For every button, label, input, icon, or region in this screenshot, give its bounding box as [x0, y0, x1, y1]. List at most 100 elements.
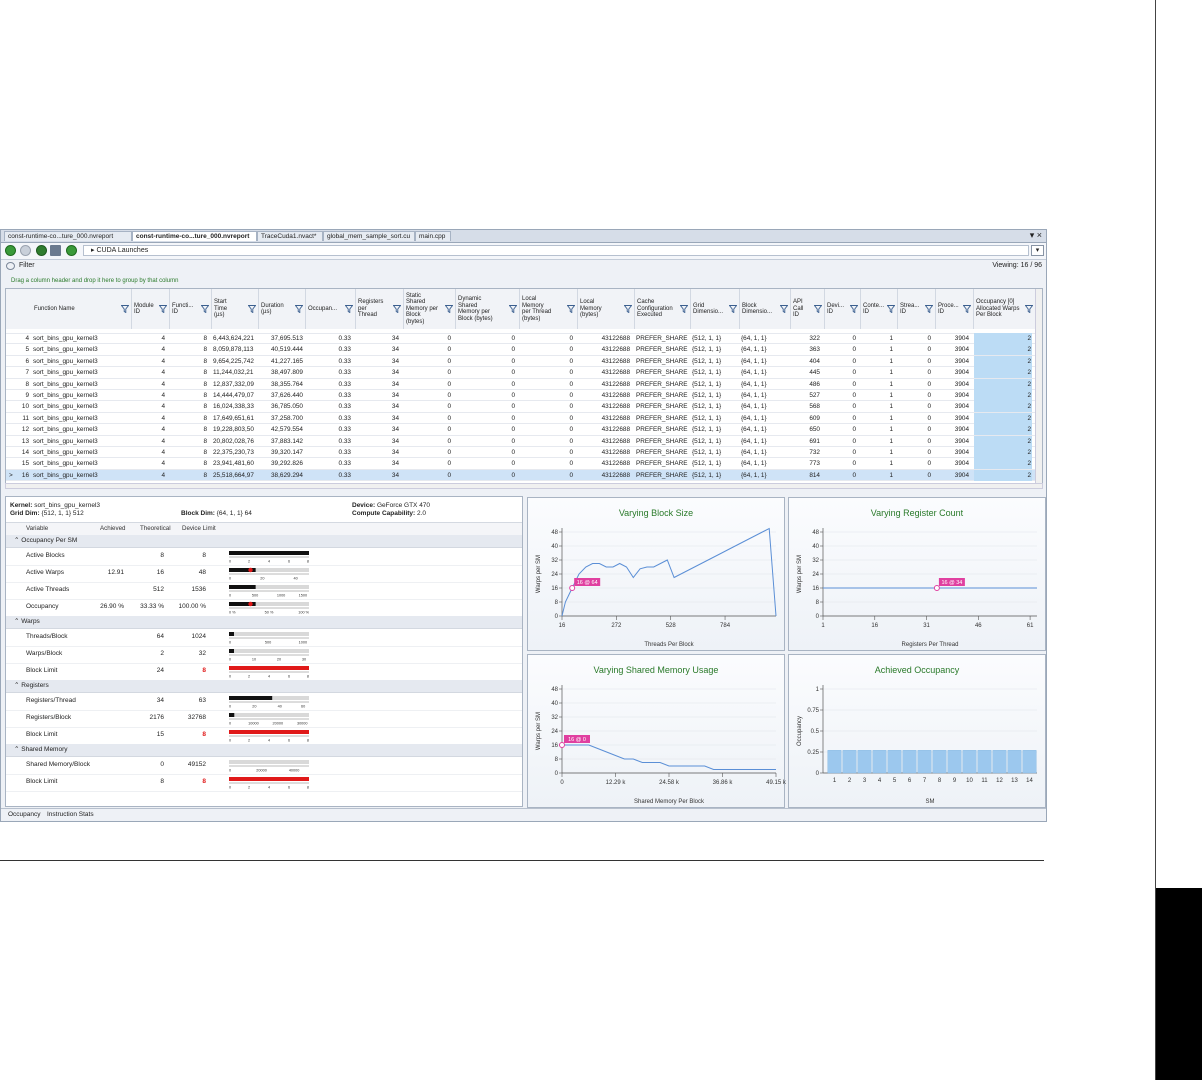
table-row[interactable]: >16 sort_bins_gpu_kernel3 4 8 25,518,664,97 3… [6, 469, 1042, 482]
group-by-hint[interactable]: Drag a column header and drop it here to… [11, 278, 178, 284]
window-controls[interactable]: ▾ × [1030, 230, 1042, 241]
filter-funnel-icon[interactable] [445, 305, 453, 313]
cell-lm: 43122688 [601, 392, 630, 399]
column-header[interactable]: Duration (µs) [259, 289, 306, 329]
back-arrow-icon[interactable] [5, 245, 16, 256]
filter-funnel-icon[interactable] [1025, 305, 1033, 313]
column-header[interactable]: Occupan... [306, 289, 356, 329]
home-icon[interactable] [50, 245, 61, 256]
column-header[interactable]: Start Time (µs) [212, 289, 259, 329]
table-vertical-scrollbar[interactable] [1035, 289, 1042, 487]
table-row[interactable]: 12 sort_bins_gpu_kernel3 4 8 19,228,803,50 42… [6, 424, 1042, 436]
column-header-label: Functi... ID [172, 302, 194, 316]
breadcrumb-cuda-launches[interactable]: CUDA Launches [96, 247, 148, 254]
col-theoretical[interactable]: Theoretical [140, 525, 171, 532]
column-header[interactable]: Registers per Thread [356, 289, 404, 329]
filter-funnel-icon[interactable] [201, 305, 209, 313]
col-achieved[interactable]: Achieved [100, 525, 125, 532]
filter-funnel-icon[interactable] [887, 305, 895, 313]
table-row[interactable]: 14 sort_bins_gpu_kernel3 4 8 22,375,230,73 39… [6, 447, 1042, 459]
page-options-button[interactable]: ▾ [1031, 245, 1044, 256]
filter-funnel-icon[interactable] [624, 305, 632, 313]
tab-occupancy[interactable]: Occupancy [8, 811, 41, 818]
section-header[interactable]: ⌃ Occupancy Per SM [6, 535, 522, 548]
refresh-icon[interactable] [66, 245, 77, 256]
cell-start: 17,649,651,61 [213, 414, 254, 422]
column-header[interactable]: Module ID [132, 289, 170, 329]
cell-start: 14,444,479,07 [213, 392, 254, 399]
variable-name: Warps/Block [26, 650, 63, 657]
filter-funnel-icon[interactable] [248, 305, 256, 313]
column-header[interactable]: Grid Dimensio... [691, 289, 740, 329]
filter-funnel-icon[interactable] [159, 305, 167, 313]
table-row[interactable]: 6 sort_bins_gpu_kernel3 4 8 9,654,225,742 41,… [6, 355, 1042, 368]
tab-trace[interactable]: TraceCuda1.nvact* [257, 231, 323, 241]
cell-mod: 4 [161, 335, 165, 342]
table-row[interactable]: 8 sort_bins_gpu_kernel3 4 8 12,837,332,09 38,… [6, 378, 1042, 390]
column-header[interactable]: Local Memory per Thread (bytes) [520, 289, 578, 329]
filter-funnel-icon[interactable] [780, 305, 788, 313]
bar-fill [229, 730, 309, 734]
y-tick-label: 16 [551, 743, 558, 749]
column-header[interactable]: Conte... ID [861, 289, 898, 329]
filter-funnel-icon[interactable] [121, 305, 129, 313]
table-row[interactable]: 15 sort_bins_gpu_kernel3 4 8 23,941,481,60 39… [6, 458, 1042, 470]
bar-tick-label: 0 [229, 560, 231, 564]
tab-instruction-stats[interactable]: Instruction Stats [47, 811, 94, 818]
filter-funnel-icon[interactable] [567, 305, 575, 313]
section-header[interactable]: ⌃ Warps [6, 616, 522, 629]
tab-source-cu[interactable]: global_mem_sample_sort.cu [323, 231, 415, 241]
breadcrumb-bar[interactable] [83, 245, 1029, 256]
tab-report-2[interactable]: const-runtime-co...ture_000.nvreport [132, 231, 257, 241]
filter-funnel-icon[interactable] [729, 305, 737, 313]
device-limit-value: 8 [202, 731, 206, 738]
filter-funnel-icon[interactable] [850, 305, 858, 313]
cell-start: 12,837,332,09 [213, 380, 254, 388]
tab-main-cpp[interactable]: main.cpp [415, 231, 451, 241]
column-header[interactable]: Occupancy [0] Allocated Warps Per Block [974, 289, 1036, 329]
table-row[interactable]: 7 sort_bins_gpu_kernel3 4 8 11,244,032,21 38,… [6, 367, 1042, 379]
cell-grid: {512, 1, 1} [692, 460, 722, 468]
column-header[interactable]: Function Name [32, 289, 132, 329]
table-row[interactable]: 13 sort_bins_gpu_kernel3 4 8 20,802,028,76 37… [6, 435, 1042, 447]
column-header[interactable]: Strea... ID [898, 289, 936, 329]
column-header[interactable]: Proce... ID [936, 289, 974, 329]
bar [1007, 750, 1022, 774]
filter-funnel-icon[interactable] [345, 305, 353, 313]
filter-funnel-icon[interactable] [814, 305, 822, 313]
column-header[interactable]: Local Memory (bytes) [578, 289, 635, 329]
column-header[interactable]: Cache Configuration Executed [635, 289, 691, 329]
x-tick-label: 5 [893, 778, 897, 784]
table-row[interactable]: 9 sort_bins_gpu_kernel3 4 8 14,444,479,07 37,… [6, 390, 1042, 402]
cell-dyn: 0 [511, 460, 515, 468]
forward-arrow-icon[interactable] [20, 245, 31, 256]
filter-label[interactable]: Filter [19, 262, 35, 269]
table-row[interactable]: 4 sort_bins_gpu_kernel3 4 8 6,443,624,221 37,… [6, 333, 1042, 345]
col-device-limit[interactable]: Device Limit [182, 525, 216, 532]
tab-report-1[interactable]: const-runtime-co...ture_000.nvreport [4, 231, 132, 241]
filter-funnel-icon[interactable] [963, 305, 971, 313]
filter-funnel-icon[interactable] [509, 305, 517, 313]
column-header[interactable]: Devi... ID [825, 289, 861, 329]
table-row[interactable]: 10 sort_bins_gpu_kernel3 4 8 16,024,338,33 36… [6, 401, 1042, 413]
section-header[interactable]: ⌃ Registers [6, 680, 522, 693]
column-header[interactable]: Static Shared Memory per Block (bytes) [404, 289, 456, 329]
table-row[interactable]: 5 sort_bins_gpu_kernel3 4 8 8,059,878,113 40,… [6, 344, 1042, 356]
stop-icon[interactable] [36, 245, 47, 256]
column-header[interactable]: API Call ID [791, 289, 825, 329]
table-horizontal-scrollbar[interactable] [5, 483, 1043, 489]
filter-funnel-icon[interactable] [680, 305, 688, 313]
table-row[interactable]: 11 sort_bins_gpu_kernel3 4 8 17,649,651,61 37… [6, 412, 1042, 425]
filter-funnel-icon[interactable] [393, 305, 401, 313]
column-header[interactable]: Dynamic Shared Memory per Block (bytes) [456, 289, 520, 329]
row-index: 15 [21, 460, 29, 468]
y-tick-label: 0.75 [807, 708, 819, 714]
filter-funnel-icon[interactable] [295, 305, 303, 313]
col-variable[interactable]: Variable [26, 525, 48, 532]
filter-funnel-icon[interactable] [925, 305, 933, 313]
section-header[interactable]: ⌃ Shared Memory [6, 744, 522, 757]
filter-toggle-icon[interactable] [6, 262, 15, 270]
column-header[interactable]: Block Dimensio... [740, 289, 791, 329]
column-header[interactable]: Functi... ID [170, 289, 212, 329]
x-tick-label: 49.15 k [766, 780, 786, 786]
